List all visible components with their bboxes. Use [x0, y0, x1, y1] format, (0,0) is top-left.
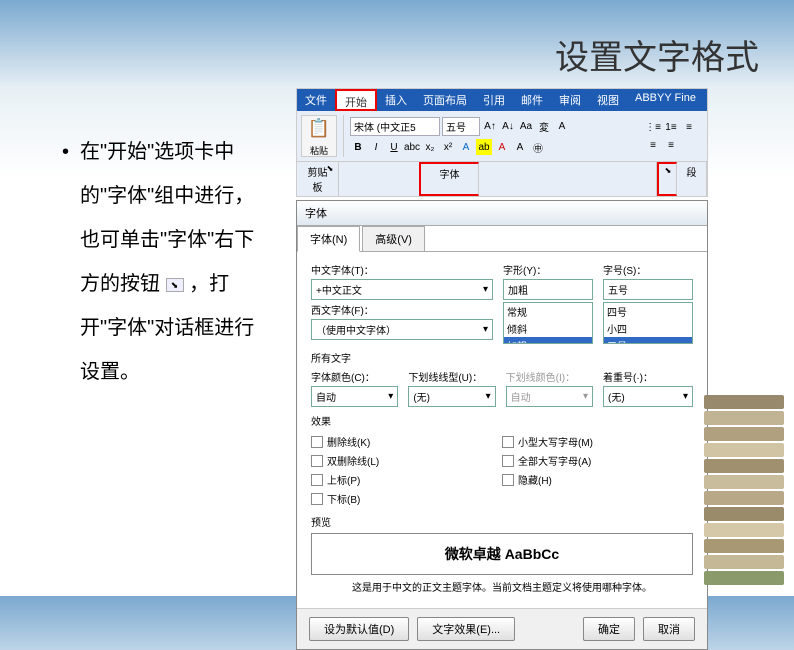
lbl-size: 字号(S)： — [603, 262, 693, 277]
cb-dblstrike[interactable] — [311, 455, 323, 467]
cb-allcaps[interactable] — [502, 455, 514, 467]
lbl-preview: 预览 — [311, 514, 693, 529]
text-effect-icon[interactable]: A — [458, 139, 474, 155]
font-color-icon[interactable]: A — [494, 139, 510, 155]
font-launcher[interactable]: ⬊ — [657, 162, 677, 196]
size-input[interactable]: 五号 — [603, 279, 693, 300]
chevron-down-icon: ▾ — [483, 284, 488, 295]
enclose-icon[interactable]: ㊥ — [530, 139, 546, 155]
ribbon-tabs: 文件 开始 插入 页面布局 引用 邮件 审阅 视图 ABBYY Fine — [297, 89, 707, 111]
underline-combo[interactable]: (无)▾ — [408, 386, 495, 407]
lbl-ul-color: 下划线颜色(I)： — [506, 369, 593, 384]
font-dialog: 字体 字体(N) 高级(V) 中文字体(T)： +中文正文▾ 西文字体(F)： … — [296, 200, 708, 650]
slide-bullet: 在"开始"选项卡中的"字体"组中进行，也可单击"字体"右下方的按钮 ⬊ ，打开"… — [80, 130, 270, 394]
chevron-down-icon: ▾ — [483, 324, 488, 335]
border-icon[interactable]: A — [554, 119, 570, 135]
launcher-icon-inline: ⬊ — [166, 278, 184, 292]
preview-box: 微软卓越 AaBbCc — [311, 533, 693, 575]
preview-desc: 这是用于中文的正文主题字体。当前文档主题定义将使用哪种字体。 — [311, 579, 693, 594]
tab-layout[interactable]: 页面布局 — [415, 89, 475, 111]
tab-insert[interactable]: 插入 — [377, 89, 415, 111]
tab-view[interactable]: 视图 — [589, 89, 627, 111]
align-left-icon[interactable]: ≡ — [645, 137, 661, 153]
font-size-select[interactable]: 五号 — [442, 117, 480, 136]
size-listbox[interactable]: 四号 小四 五号 — [603, 302, 693, 344]
lbl-style: 字形(Y)： — [503, 262, 593, 277]
slide-title: 设置文字格式 — [555, 30, 759, 79]
font-name-select[interactable]: 宋体 (中文正5 — [350, 117, 440, 136]
bullet-part1: 在"开始"选项卡中的"字体"组中进行，也可单击"字体"右下方的按钮 — [80, 141, 254, 295]
books-decoration — [704, 386, 784, 586]
btn-default[interactable]: 设为默认值(D) — [309, 617, 409, 641]
cb-sub[interactable] — [311, 493, 323, 505]
tab-file[interactable]: 文件 — [297, 89, 335, 111]
superscript-icon[interactable]: x² — [440, 139, 456, 155]
color-combo[interactable]: 自动▾ — [311, 386, 398, 407]
dialog-title: 字体 — [297, 201, 707, 226]
btn-text-effects[interactable]: 文字效果(E)... — [417, 617, 515, 641]
font-launcher-icon[interactable]: ⬊ — [662, 166, 674, 178]
clipboard-launcher-icon[interactable]: ⬊ — [324, 164, 336, 176]
grow-font-icon[interactable]: A↑ — [482, 119, 498, 135]
highlight-icon[interactable]: ab — [476, 139, 492, 155]
ribbon-toolbar: 粘贴 宋体 (中文正5 五号 A↑ A↓ Aa 変 A B I U abc x₂… — [297, 111, 707, 161]
align-center-icon[interactable]: ≡ — [663, 137, 679, 153]
tab-abbyy[interactable]: ABBYY Fine — [627, 89, 704, 111]
lbl-all-text: 所有文字 — [311, 350, 693, 365]
word-ribbon: 文件 开始 插入 页面布局 引用 邮件 审阅 视图 ABBYY Fine 粘贴 … — [296, 88, 708, 197]
paste-button[interactable]: 粘贴 — [301, 115, 337, 157]
cn-font-combo[interactable]: +中文正文▾ — [311, 279, 493, 300]
multilevel-icon[interactable]: ≡ — [681, 119, 697, 135]
btn-cancel[interactable]: 取消 — [643, 617, 695, 641]
cb-hidden[interactable] — [502, 474, 514, 486]
dlg-tab-font[interactable]: 字体(N) — [297, 226, 360, 252]
shrink-font-icon[interactable]: A↓ — [500, 119, 516, 135]
tab-review[interactable]: 审阅 — [551, 89, 589, 111]
lbl-cn-font: 中文字体(T)： — [311, 262, 493, 277]
tab-home[interactable]: 开始 — [335, 89, 377, 111]
italic-icon[interactable]: I — [368, 139, 384, 155]
cb-smallcaps[interactable] — [502, 436, 514, 448]
bold-icon[interactable]: B — [350, 139, 366, 155]
lbl-color: 字体颜色(C)： — [311, 369, 398, 384]
lbl-effects: 效果 — [311, 413, 693, 428]
tab-mail[interactable]: 邮件 — [513, 89, 551, 111]
underline-icon[interactable]: U — [386, 139, 402, 155]
change-case-icon[interactable]: Aa — [518, 119, 534, 135]
group-font: 字体 — [419, 162, 479, 196]
cb-strike[interactable] — [311, 436, 323, 448]
west-font-combo[interactable]: （使用中文字体）▾ — [311, 319, 493, 340]
lbl-underline: 下划线线型(U)： — [408, 369, 495, 384]
strike-icon[interactable]: abc — [404, 139, 420, 155]
btn-ok[interactable]: 确定 — [583, 617, 635, 641]
cb-super[interactable] — [311, 474, 323, 486]
group-clipboard: 剪贴板 ⬊ — [297, 162, 339, 196]
lbl-west-font: 西文字体(F)： — [311, 302, 493, 317]
char-shading-icon[interactable]: A — [512, 139, 528, 155]
tab-ref[interactable]: 引用 — [475, 89, 513, 111]
lbl-emphasis: 着重号(·)： — [603, 369, 693, 384]
numbering-icon[interactable]: 1≡ — [663, 119, 679, 135]
emphasis-combo[interactable]: (无)▾ — [603, 386, 693, 407]
subscript-icon[interactable]: x₂ — [422, 139, 438, 155]
bullets-icon[interactable]: ⋮≡ — [645, 119, 661, 135]
group-paragraph: 段 — [677, 162, 707, 196]
ul-color-combo: 自动▾ — [506, 386, 593, 407]
style-input[interactable]: 加粗 — [503, 279, 593, 300]
style-listbox[interactable]: 常规 倾斜 加粗 — [503, 302, 593, 344]
phonetic-icon[interactable]: 変 — [536, 119, 552, 135]
dlg-tab-advanced[interactable]: 高级(V) — [362, 226, 425, 251]
